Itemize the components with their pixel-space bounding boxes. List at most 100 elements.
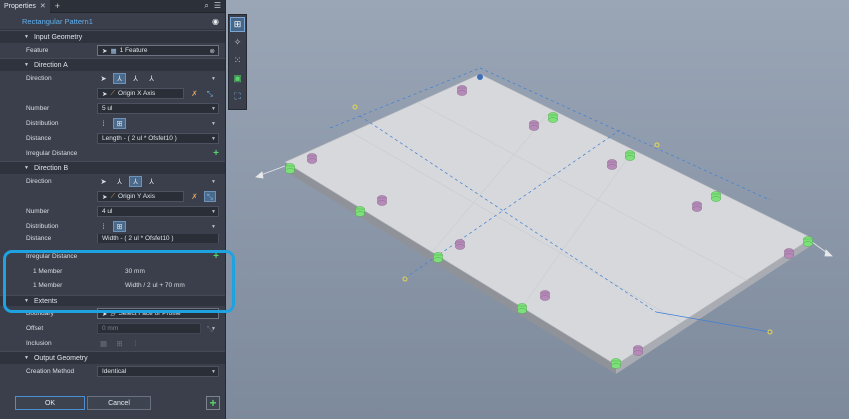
boundary-label: Boundary xyxy=(26,310,54,317)
suppress-tool-icon[interactable]: ✧ xyxy=(230,35,245,50)
section-input-geometry-label: Input Geometry xyxy=(33,33,83,41)
number-b-label: Number xyxy=(26,208,50,215)
distribution-spacing-icon[interactable]: ⁞ xyxy=(97,221,110,232)
dialog-footer: OK Cancel + xyxy=(0,394,225,412)
flip-direction-icon[interactable]: ✗ xyxy=(188,191,200,202)
section-direction-a[interactable]: ▼ Direction A xyxy=(0,58,225,71)
pattern-tool-icon[interactable]: ⊞ xyxy=(230,17,245,32)
direction-type-3-icon[interactable]: ⅄ xyxy=(145,176,158,187)
inclusion-3-icon[interactable]: ⁞ xyxy=(129,338,142,349)
axis-b-row: ➤ ⟋ Origin Y Axis ✗ ⤡ xyxy=(0,189,225,204)
distance-b-input[interactable]: Width - ( 2 ul * Ofsfet10 ) xyxy=(97,234,219,243)
chevron-down-icon[interactable]: ▼ xyxy=(211,326,216,332)
close-icon[interactable]: ✕ xyxy=(40,2,46,10)
number-a-input[interactable]: 5 ul ▼ xyxy=(97,103,219,114)
offset-label: Offset xyxy=(26,325,44,332)
irregular-b-row: Irregular Distance + xyxy=(0,249,225,264)
direction-type-1-icon[interactable]: ⅄ xyxy=(113,73,126,84)
distribution-a-row: Distribution ⁞ ⊞ ▼ xyxy=(0,116,225,131)
irregular-member-row[interactable]: 1 Member 30 mm xyxy=(0,264,225,278)
midplane-icon[interactable]: ⤡ xyxy=(204,88,216,99)
apply-add-button[interactable]: + xyxy=(206,396,220,410)
collapse-icon: ▼ xyxy=(24,62,29,68)
visibility-icon[interactable]: ◉ xyxy=(212,17,219,26)
select-direction-icon[interactable]: ➤ xyxy=(97,73,110,84)
number-b-input[interactable]: 4 ul ▼ xyxy=(97,206,219,217)
inclusion-1-icon[interactable]: ▦ xyxy=(97,338,110,349)
chevron-down-icon[interactable]: ▼ xyxy=(211,224,216,230)
add-tab-icon[interactable]: + xyxy=(55,1,60,11)
chevron-down-icon[interactable]: ▼ xyxy=(211,179,216,185)
section-direction-b[interactable]: ▼ Direction B xyxy=(0,161,225,174)
feature-icon: ▦ xyxy=(110,47,117,55)
cursor-icon: ➤ xyxy=(102,310,108,318)
distance-b-row: Distance Width - ( 2 ul * Ofsfet10 ) xyxy=(0,234,225,243)
irregular-member-row[interactable]: 1 Member Width / 2 ul + 70 mm xyxy=(0,278,225,292)
member-value[interactable]: 30 mm xyxy=(125,268,145,275)
feature-selector[interactable]: ➤ ▦ 1 Feature ⊗ xyxy=(97,45,219,56)
number-a-label: Number xyxy=(26,105,50,112)
inclusion-2-icon[interactable]: ⊞ xyxy=(113,338,126,349)
offset-input[interactable]: 0 mm ▼ xyxy=(97,323,216,334)
number-a-row: Number 5 ul ▼ xyxy=(0,101,225,116)
inclusion-row: Inclusion ▦ ⊞ ⁞ xyxy=(0,336,225,351)
direction-b-row: Direction ➤ ⅄ ⅄ ⅄ ▼ xyxy=(0,174,225,189)
section-extents[interactable]: ▼ Extents xyxy=(0,295,225,306)
member-label: 1 Member xyxy=(33,267,63,275)
chevron-down-icon[interactable]: ▼ xyxy=(211,209,216,215)
chevron-down-icon[interactable]: ▼ xyxy=(211,121,216,127)
feature-title[interactable]: Rectangular Pattern1 xyxy=(22,17,93,26)
feature-label: Feature xyxy=(26,47,49,54)
axis-icon: ⟋ xyxy=(110,192,116,200)
search-icon[interactable]: ⌕ xyxy=(204,1,208,11)
feature-title-row: Rectangular Pattern1 ◉ xyxy=(0,13,225,30)
member-value[interactable]: Width / 2 ul + 70 mm xyxy=(125,282,185,289)
menu-icon[interactable]: ☰ xyxy=(214,1,221,11)
axis-icon: ⟋ xyxy=(110,89,116,97)
clear-icon[interactable]: ⊗ xyxy=(210,47,215,55)
cursor-icon: ➤ xyxy=(102,47,108,55)
select-direction-icon[interactable]: ➤ xyxy=(97,176,110,187)
distance-a-label: Distance xyxy=(26,135,52,142)
boundary-value: Select Face or Profile xyxy=(118,310,181,317)
irregular-a-label: Irregular Distance xyxy=(26,150,78,157)
body-tool-icon[interactable]: ▣ xyxy=(230,71,245,86)
axis-a-selector[interactable]: ➤ ⟋ Origin X Axis xyxy=(97,88,185,99)
axis-b-selector[interactable]: ➤ ⟋ Origin Y Axis xyxy=(97,191,185,202)
distribution-fit-icon[interactable]: ⊞ xyxy=(113,118,126,129)
add-irregular-b-icon[interactable]: + xyxy=(213,251,219,262)
chevron-down-icon[interactable]: ▼ xyxy=(211,369,216,375)
creation-method-label: Creation Method xyxy=(26,368,75,375)
add-irregular-a-icon[interactable]: + xyxy=(213,148,219,159)
distribution-fit-icon[interactable]: ⊞ xyxy=(113,221,126,232)
section-direction-a-label: Direction A xyxy=(33,61,68,69)
user-tool-icon[interactable]: ⛶ xyxy=(230,89,245,104)
tab-properties-label: Properties xyxy=(4,2,36,10)
creation-method-select[interactable]: Identical ▼ xyxy=(97,366,219,377)
cancel-button[interactable]: Cancel xyxy=(87,396,151,410)
direction-type-3-icon[interactable]: ⅄ xyxy=(145,73,158,84)
distance-b-label: Distance xyxy=(26,235,52,242)
distribution-spacing-icon[interactable]: ⁞ xyxy=(97,118,110,129)
distance-a-input[interactable]: Length - ( 2 ul * Ofsfet10 ) ▼ xyxy=(97,133,219,144)
tab-properties[interactable]: Properties ✕ xyxy=(0,0,50,13)
chevron-down-icon[interactable]: ▼ xyxy=(211,136,216,142)
feature-row: Feature ➤ ▦ 1 Feature ⊗ xyxy=(0,43,225,58)
chevron-down-icon[interactable]: ▼ xyxy=(211,76,216,82)
axis-a-row: ➤ ⟋ Origin X Axis ✗ ⤡ xyxy=(0,86,225,101)
number-b-value: 4 ul xyxy=(102,208,113,215)
chevron-down-icon[interactable]: ▼ xyxy=(211,106,216,112)
direction-type-2-icon[interactable]: ⅄ xyxy=(129,176,142,187)
flip-direction-icon[interactable]: ✗ xyxy=(188,88,200,99)
direction-type-1-icon[interactable]: ⅄ xyxy=(113,176,126,187)
midplane-icon[interactable]: ⤡ xyxy=(203,191,216,202)
distribution-b-row: Distribution ⁞ ⊞ ▼ xyxy=(0,219,225,234)
section-input-geometry[interactable]: ▼ Input Geometry xyxy=(0,30,225,43)
grid-tool-icon[interactable]: ⁙ xyxy=(230,53,245,68)
cursor-icon: ➤ xyxy=(102,193,108,201)
section-output-geometry[interactable]: ▼ Output Geometry xyxy=(0,351,225,364)
number-a-value: 5 ul xyxy=(102,105,113,112)
direction-type-2-icon[interactable]: ⅄ xyxy=(129,73,142,84)
boundary-selector[interactable]: ➤ ▱ Select Face or Profile xyxy=(97,308,219,319)
ok-button[interactable]: OK xyxy=(15,396,85,410)
